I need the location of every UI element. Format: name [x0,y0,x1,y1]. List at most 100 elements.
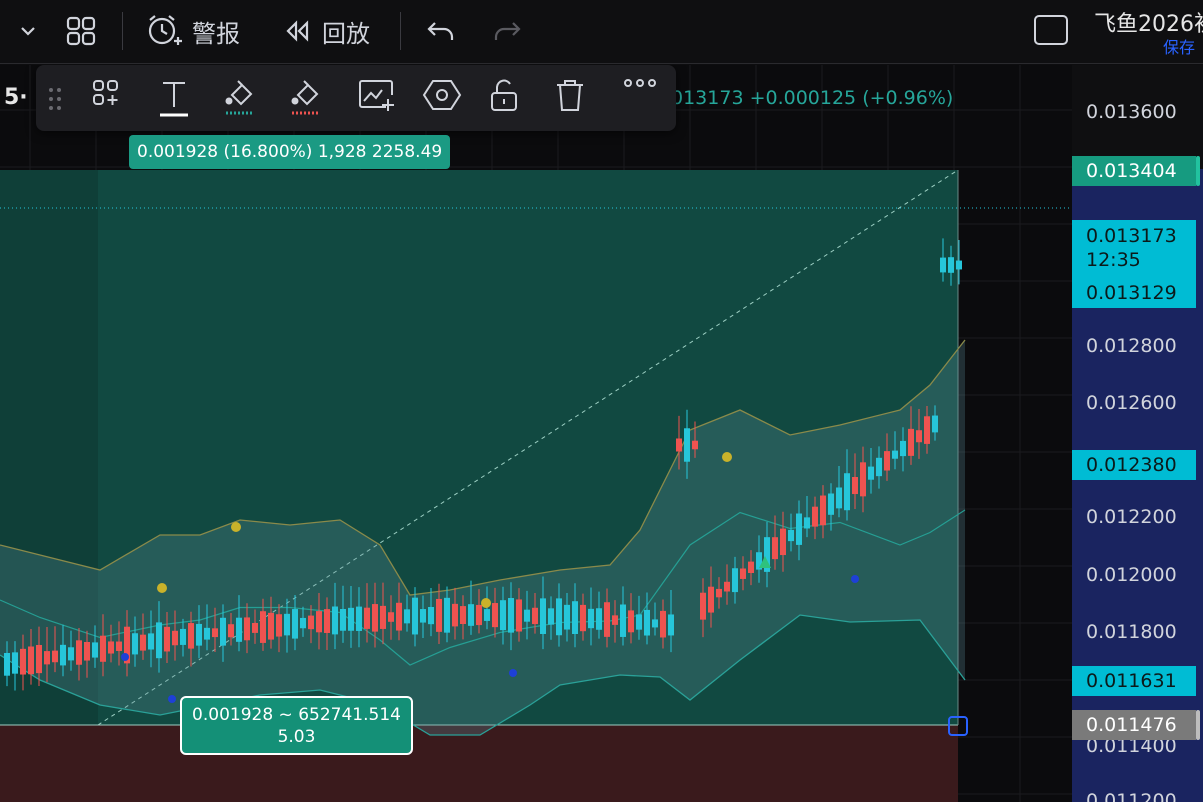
candle-body [452,603,458,627]
candle-body [652,619,658,628]
axis-tick: 0.011200 [1086,790,1177,802]
axis-tick: 0.013600 [1086,101,1177,123]
axis-tag-last2: 0.013129 [1072,278,1196,308]
candle-body [892,450,898,459]
drag-handle-icon[interactable] [48,87,62,111]
candle-body [292,609,298,639]
trash-icon[interactable] [554,77,594,117]
undo-icon[interactable] [424,10,458,52]
axis-marker-base [1196,710,1200,740]
save-status[interactable]: 保存 [1163,34,1195,58]
layouts-icon[interactable] [64,10,98,52]
candle-body [236,617,242,642]
chart-canvas[interactable] [0,65,1072,802]
fill-down-icon[interactable] [288,77,328,117]
toolbar-divider [122,12,123,50]
candle-body [92,642,98,658]
candle-body [580,604,586,632]
candle-body [324,609,330,633]
replay-button[interactable]: 回放 [282,10,370,52]
replay-label: 回放 [322,19,370,48]
measure-range-label: 0.001928 ~ 652741.514 5.03 [180,696,413,755]
price-change-legend: 013173 +0.000125 (+0.96%) [671,87,954,109]
candle-body [468,604,474,626]
candle-body [364,607,370,629]
candle-body [116,641,122,651]
unlock-icon[interactable] [488,77,528,117]
candle-body [836,487,842,509]
axis-tick: 0.012800 [1086,335,1177,357]
candle-body [700,592,706,620]
candle-body [724,581,730,592]
candle-body [316,611,322,633]
candle-body [444,597,450,633]
candle-body [396,602,402,631]
signal-dot [168,695,176,703]
candle-body [420,609,426,623]
candle-body [252,622,258,633]
measure-range-line2: 5.03 [277,727,316,747]
candle-body [172,630,178,646]
candle-body [660,610,666,638]
last-price-value: 0.013173 [1086,225,1177,247]
chart-pane[interactable]: 5· 013173 +0.000125 (+0.96%) 0.001928 (1… [0,65,1072,802]
candle-body [308,615,314,630]
axis-tick: 0.012000 [1086,564,1177,586]
candle-body [780,528,786,556]
candle-body [668,614,674,636]
measure-range-line1: 0.001928 ~ 652741.514 [192,705,401,725]
candle-body [948,257,954,273]
candle-body [852,476,858,495]
candle-body [932,415,938,433]
candle-body [412,597,418,635]
candle-body [796,513,802,545]
candle-body [812,506,818,527]
axis-tag-top: 0.013404 [1072,156,1196,186]
candle-body [332,606,338,635]
axis-tag-last-price: 0.013173 12:35 [1072,220,1196,278]
candle-body [500,600,506,631]
candle-body [564,604,570,630]
fullscreen-toggle-icon[interactable] [1034,15,1068,45]
more-icon[interactable] [622,77,662,117]
candle-body [620,604,626,637]
axis-tick: 0.012600 [1086,392,1177,414]
candle-body [940,257,946,273]
alarm-add-icon [144,11,184,51]
fill-up-icon[interactable] [222,77,262,117]
candle-body [772,537,778,560]
candle-body [572,601,578,634]
candle-body [60,644,66,666]
signal-dot [121,653,129,661]
candle-body [36,644,42,674]
signal-dot [481,598,491,608]
text-icon[interactable] [156,77,196,117]
candle-body [476,604,482,626]
chevron-down-icon[interactable] [14,10,42,52]
candle-body [284,613,290,636]
axis-tag-mid: 0.012380 [1072,450,1196,480]
measure-anchor-handle[interactable] [948,716,968,736]
add-template-icon[interactable] [90,77,130,117]
candle-body [876,457,882,477]
candle-body [708,586,714,613]
price-axis[interactable]: 0.013600 0.012800 0.012600 0.012200 0.01… [1072,65,1203,802]
candle-body [548,608,554,625]
drawing-toolbar [36,65,676,131]
settings-hex-icon[interactable] [422,77,462,117]
candle-body [588,608,594,629]
measure-info-label: 0.001928 (16.800%) 1,928 2258.49 [129,135,451,169]
image-add-icon[interactable] [356,77,396,117]
alert-button[interactable]: 警报 [144,10,240,52]
candle-body [676,438,682,452]
candle-body [748,561,754,573]
candle-body [380,605,386,629]
candle-body [44,651,50,665]
candle-body [372,604,378,632]
candle-body [516,599,522,632]
axis-tick: 0.011800 [1086,621,1177,643]
bar-countdown: 12:35 [1086,249,1141,271]
axis-tag-low: 0.011631 [1072,666,1196,696]
redo-icon[interactable] [490,10,524,52]
measure-negative-region [0,725,958,802]
